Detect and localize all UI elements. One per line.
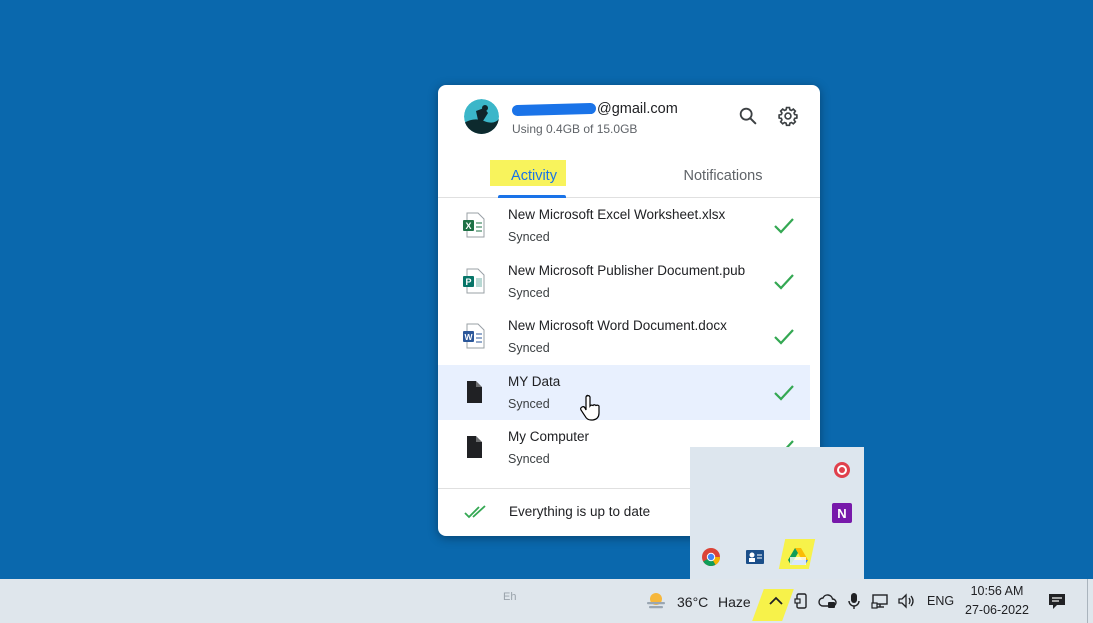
chrome-icon[interactable]: [700, 546, 722, 568]
weather-description[interactable]: Haze: [718, 594, 751, 610]
svg-text:X: X: [465, 221, 471, 231]
account-email: @gmail.com: [511, 101, 678, 117]
tab-activity[interactable]: Activity: [478, 155, 590, 198]
clock-time: 10:56 AM: [970, 584, 1024, 598]
taskbar-center-label: Eh: [503, 591, 517, 603]
sync-status: Synced: [508, 396, 550, 411]
file-name: MY Data: [508, 373, 561, 389]
gear-icon[interactable]: [777, 105, 799, 127]
user-display-icon[interactable]: [744, 546, 766, 568]
show-desktop-divider[interactable]: [1087, 579, 1088, 623]
chevron-up-icon[interactable]: [766, 591, 786, 611]
sync-status: Synced: [508, 341, 550, 355]
network-icon[interactable]: [870, 591, 890, 611]
generic-file-icon: [467, 380, 482, 403]
svg-text:P: P: [465, 277, 471, 287]
list-item[interactable]: W New Microsoft Word Document.docx Synce…: [438, 309, 820, 365]
list-item[interactable]: X New Microsoft Excel Worksheet.xlsx Syn…: [438, 198, 820, 254]
search-icon[interactable]: [737, 105, 759, 127]
record-icon[interactable]: [831, 459, 853, 481]
svg-text:N: N: [837, 506, 846, 521]
onenote-icon[interactable]: N: [831, 502, 853, 524]
publisher-file-icon: P: [463, 268, 485, 293]
check-icon: [774, 384, 794, 401]
check-icon: [774, 218, 794, 234]
clock-date: 27-06-2022: [965, 603, 1029, 617]
storage-usage: Using 0.4GB of 15.0GB: [512, 122, 638, 136]
excel-file-icon: X: [463, 212, 485, 238]
svg-text:W: W: [464, 332, 473, 342]
cloud-sync-icon[interactable]: [818, 591, 838, 611]
double-check-icon: [464, 505, 486, 519]
file-name: New Microsoft Word Document.docx: [508, 318, 727, 333]
check-icon: [774, 273, 794, 290]
sync-status: Synced: [508, 230, 550, 244]
taskbar: Eh 36°C Haze ENG 10:56 AM 27-06-2022: [0, 579, 1093, 623]
file-name: New Microsoft Publisher Document.pub: [508, 262, 746, 278]
microphone-icon[interactable]: [844, 591, 864, 611]
tab-notifications[interactable]: Notifications: [658, 155, 788, 197]
generic-file-icon: [467, 436, 482, 458]
popup-tabs: Activity Notifications: [438, 155, 820, 198]
weather-haze-icon[interactable]: [644, 589, 668, 613]
activity-list: X New Microsoft Excel Worksheet.xlsx Syn…: [438, 198, 820, 476]
clock[interactable]: 10:56 AM 27-06-2022: [961, 583, 1033, 619]
list-item[interactable]: P New Microsoft Publisher Document.pub S…: [438, 254, 820, 310]
google-drive-icon[interactable]: [787, 545, 809, 567]
avatar[interactable]: [464, 99, 499, 134]
word-file-icon: W: [463, 323, 485, 349]
file-name: New Microsoft Excel Worksheet.xlsx: [508, 207, 726, 222]
sync-status-message: Everything is up to date: [509, 504, 651, 519]
sync-status: Synced: [508, 285, 550, 300]
sync-status: Synced: [508, 452, 550, 466]
popup-header: @gmail.com Using 0.4GB of 15.0GB: [438, 85, 820, 155]
phone-link-icon[interactable]: [792, 591, 812, 611]
weather-temperature[interactable]: 36°C: [677, 594, 708, 610]
file-name: My Computer: [508, 429, 590, 444]
volume-icon[interactable]: [896, 591, 916, 611]
tray-overflow-panel: N: [690, 447, 864, 579]
check-icon: [774, 329, 794, 345]
language-indicator[interactable]: ENG: [927, 594, 954, 608]
notifications-icon[interactable]: [1046, 590, 1068, 612]
list-item[interactable]: MY Data Synced: [438, 364, 810, 420]
redacted-username: [511, 102, 597, 116]
